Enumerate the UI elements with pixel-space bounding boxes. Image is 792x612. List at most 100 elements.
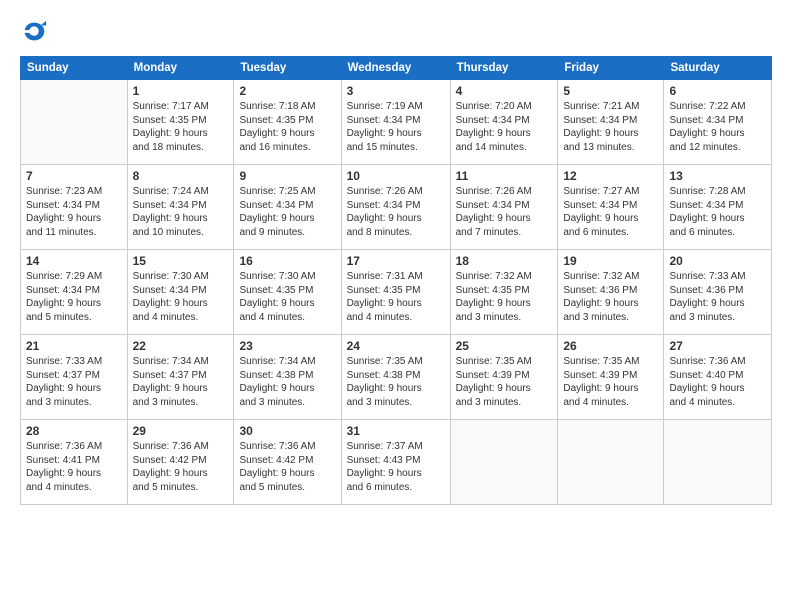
day-number: 5 bbox=[563, 84, 658, 98]
calendar-cell bbox=[558, 420, 664, 505]
day-info: Sunrise: 7:21 AM Sunset: 4:34 PM Dayligh… bbox=[563, 100, 658, 154]
calendar-cell: 12 Sunrise: 7:27 AM Sunset: 4:34 PM Dayli… bbox=[558, 165, 664, 250]
day-number: 14 bbox=[26, 254, 122, 268]
day-info: Sunrise: 7:22 AM Sunset: 4:34 PM Dayligh… bbox=[669, 100, 766, 154]
calendar-cell: 23 Sunrise: 7:34 AM Sunset: 4:38 PM Dayli… bbox=[234, 335, 341, 420]
calendar-cell: 8Sunrise: 7:24 AM Sunset: 4:34 PM Daylig… bbox=[127, 165, 234, 250]
day-info: Sunrise: 7:34 AM Sunset: 4:38 PM Dayligh… bbox=[239, 355, 335, 409]
calendar-cell: 7 Sunrise: 7:23 AM Sunset: 4:34 PM Daylig… bbox=[21, 165, 128, 250]
day-info: Sunrise: 7:33 AM Sunset: 4:36 PM Dayligh… bbox=[669, 270, 766, 324]
day-number: 19 bbox=[563, 254, 658, 268]
calendar-week-3: 21Sunrise: 7:33 AM Sunset: 4:37 PM Dayli… bbox=[21, 335, 772, 420]
calendar-cell: 9 Sunrise: 7:25 AM Sunset: 4:34 PM Daylig… bbox=[234, 165, 341, 250]
calendar-cell: 30Sunrise: 7:36 AM Sunset: 4:42 PM Dayli… bbox=[234, 420, 341, 505]
day-info: Sunrise: 7:28 AM Sunset: 4:34 PM Dayligh… bbox=[669, 185, 766, 239]
day-number: 31 bbox=[347, 424, 445, 438]
calendar-week-2: 14 Sunrise: 7:29 AM Sunset: 4:34 PM Dayli… bbox=[21, 250, 772, 335]
day-info: Sunrise: 7:36 AM Sunset: 4:42 PM Dayligh… bbox=[133, 440, 229, 494]
day-number: 20 bbox=[669, 254, 766, 268]
day-number: 2 bbox=[239, 84, 335, 98]
calendar-week-0: 1 Sunrise: 7:17 AM Sunset: 4:35 PM Daylig… bbox=[21, 80, 772, 165]
day-info: Sunrise: 7:35 AM Sunset: 4:39 PM Dayligh… bbox=[456, 355, 553, 409]
calendar-cell: 17 Sunrise: 7:31 AM Sunset: 4:35 PM Dayli… bbox=[341, 250, 450, 335]
day-info: Sunrise: 7:30 AM Sunset: 4:34 PM Dayligh… bbox=[133, 270, 229, 324]
calendar-cell: 22 Sunrise: 7:34 AM Sunset: 4:37 PM Dayli… bbox=[127, 335, 234, 420]
calendar-cell: 28 Sunrise: 7:36 AM Sunset: 4:41 PM Dayli… bbox=[21, 420, 128, 505]
calendar-table: SundayMondayTuesdayWednesdayThursdayFrid… bbox=[20, 56, 772, 505]
day-number: 6 bbox=[669, 84, 766, 98]
header bbox=[20, 18, 772, 46]
day-number: 8 bbox=[133, 169, 229, 183]
day-info: Sunrise: 7:36 AM Sunset: 4:41 PM Dayligh… bbox=[26, 440, 122, 494]
day-info: Sunrise: 7:35 AM Sunset: 4:38 PM Dayligh… bbox=[347, 355, 445, 409]
day-number: 12 bbox=[563, 169, 658, 183]
calendar-cell: 13 Sunrise: 7:28 AM Sunset: 4:34 PM Dayli… bbox=[664, 165, 772, 250]
calendar-cell: 19 Sunrise: 7:32 AM Sunset: 4:36 PM Dayli… bbox=[558, 250, 664, 335]
calendar-cell bbox=[21, 80, 128, 165]
day-info: Sunrise: 7:17 AM Sunset: 4:35 PM Dayligh… bbox=[133, 100, 229, 154]
day-number: 29 bbox=[133, 424, 229, 438]
day-number: 11 bbox=[456, 169, 553, 183]
day-number: 24 bbox=[347, 339, 445, 353]
calendar-header-wednesday: Wednesday bbox=[341, 57, 450, 80]
day-info: Sunrise: 7:26 AM Sunset: 4:34 PM Dayligh… bbox=[456, 185, 553, 239]
day-number: 7 bbox=[26, 169, 122, 183]
calendar-cell: 27 Sunrise: 7:36 AM Sunset: 4:40 PM Dayli… bbox=[664, 335, 772, 420]
day-info: Sunrise: 7:19 AM Sunset: 4:34 PM Dayligh… bbox=[347, 100, 445, 154]
day-number: 28 bbox=[26, 424, 122, 438]
calendar-cell: 6 Sunrise: 7:22 AM Sunset: 4:34 PM Daylig… bbox=[664, 80, 772, 165]
calendar-header-sunday: Sunday bbox=[21, 57, 128, 80]
page: SundayMondayTuesdayWednesdayThursdayFrid… bbox=[0, 0, 792, 612]
day-info: Sunrise: 7:26 AM Sunset: 4:34 PM Dayligh… bbox=[347, 185, 445, 239]
day-number: 15 bbox=[133, 254, 229, 268]
day-info: Sunrise: 7:31 AM Sunset: 4:35 PM Dayligh… bbox=[347, 270, 445, 324]
calendar-cell: 4Sunrise: 7:20 AM Sunset: 4:34 PM Daylig… bbox=[450, 80, 558, 165]
calendar-cell bbox=[450, 420, 558, 505]
day-number: 17 bbox=[347, 254, 445, 268]
day-info: Sunrise: 7:36 AM Sunset: 4:40 PM Dayligh… bbox=[669, 355, 766, 409]
calendar-week-4: 28 Sunrise: 7:36 AM Sunset: 4:41 PM Dayli… bbox=[21, 420, 772, 505]
day-info: Sunrise: 7:27 AM Sunset: 4:34 PM Dayligh… bbox=[563, 185, 658, 239]
calendar-cell: 10 Sunrise: 7:26 AM Sunset: 4:34 PM Dayli… bbox=[341, 165, 450, 250]
day-info: Sunrise: 7:32 AM Sunset: 4:35 PM Dayligh… bbox=[456, 270, 553, 324]
day-info: Sunrise: 7:32 AM Sunset: 4:36 PM Dayligh… bbox=[563, 270, 658, 324]
calendar-cell: 5 Sunrise: 7:21 AM Sunset: 4:34 PM Daylig… bbox=[558, 80, 664, 165]
day-info: Sunrise: 7:25 AM Sunset: 4:34 PM Dayligh… bbox=[239, 185, 335, 239]
calendar-header-row: SundayMondayTuesdayWednesdayThursdayFrid… bbox=[21, 57, 772, 80]
calendar-cell: 24 Sunrise: 7:35 AM Sunset: 4:38 PM Dayli… bbox=[341, 335, 450, 420]
day-number: 1 bbox=[133, 84, 229, 98]
day-number: 9 bbox=[239, 169, 335, 183]
day-info: Sunrise: 7:37 AM Sunset: 4:43 PM Dayligh… bbox=[347, 440, 445, 494]
day-info: Sunrise: 7:34 AM Sunset: 4:37 PM Dayligh… bbox=[133, 355, 229, 409]
calendar-header-tuesday: Tuesday bbox=[234, 57, 341, 80]
calendar-header-friday: Friday bbox=[558, 57, 664, 80]
calendar-cell: 31 Sunrise: 7:37 AM Sunset: 4:43 PM Dayli… bbox=[341, 420, 450, 505]
day-info: Sunrise: 7:29 AM Sunset: 4:34 PM Dayligh… bbox=[26, 270, 122, 324]
calendar-header-monday: Monday bbox=[127, 57, 234, 80]
day-number: 22 bbox=[133, 339, 229, 353]
calendar-header-thursday: Thursday bbox=[450, 57, 558, 80]
calendar-header-saturday: Saturday bbox=[664, 57, 772, 80]
calendar-cell bbox=[664, 420, 772, 505]
calendar-cell: 11 Sunrise: 7:26 AM Sunset: 4:34 PM Dayli… bbox=[450, 165, 558, 250]
calendar-cell: 1 Sunrise: 7:17 AM Sunset: 4:35 PM Daylig… bbox=[127, 80, 234, 165]
day-number: 13 bbox=[669, 169, 766, 183]
day-number: 21 bbox=[26, 339, 122, 353]
calendar-cell: 15 Sunrise: 7:30 AM Sunset: 4:34 PM Dayli… bbox=[127, 250, 234, 335]
day-number: 16 bbox=[239, 254, 335, 268]
day-number: 25 bbox=[456, 339, 553, 353]
day-number: 26 bbox=[563, 339, 658, 353]
day-number: 18 bbox=[456, 254, 553, 268]
day-number: 10 bbox=[347, 169, 445, 183]
day-number: 27 bbox=[669, 339, 766, 353]
day-number: 3 bbox=[347, 84, 445, 98]
calendar-cell: 21Sunrise: 7:33 AM Sunset: 4:37 PM Dayli… bbox=[21, 335, 128, 420]
calendar-cell: 18 Sunrise: 7:32 AM Sunset: 4:35 PM Dayli… bbox=[450, 250, 558, 335]
day-info: Sunrise: 7:23 AM Sunset: 4:34 PM Dayligh… bbox=[26, 185, 122, 239]
calendar-cell: 20 Sunrise: 7:33 AM Sunset: 4:36 PM Dayli… bbox=[664, 250, 772, 335]
day-number: 30 bbox=[239, 424, 335, 438]
calendar-week-1: 7 Sunrise: 7:23 AM Sunset: 4:34 PM Daylig… bbox=[21, 165, 772, 250]
day-info: Sunrise: 7:35 AM Sunset: 4:39 PM Dayligh… bbox=[563, 355, 658, 409]
day-number: 23 bbox=[239, 339, 335, 353]
day-info: Sunrise: 7:30 AM Sunset: 4:35 PM Dayligh… bbox=[239, 270, 335, 324]
